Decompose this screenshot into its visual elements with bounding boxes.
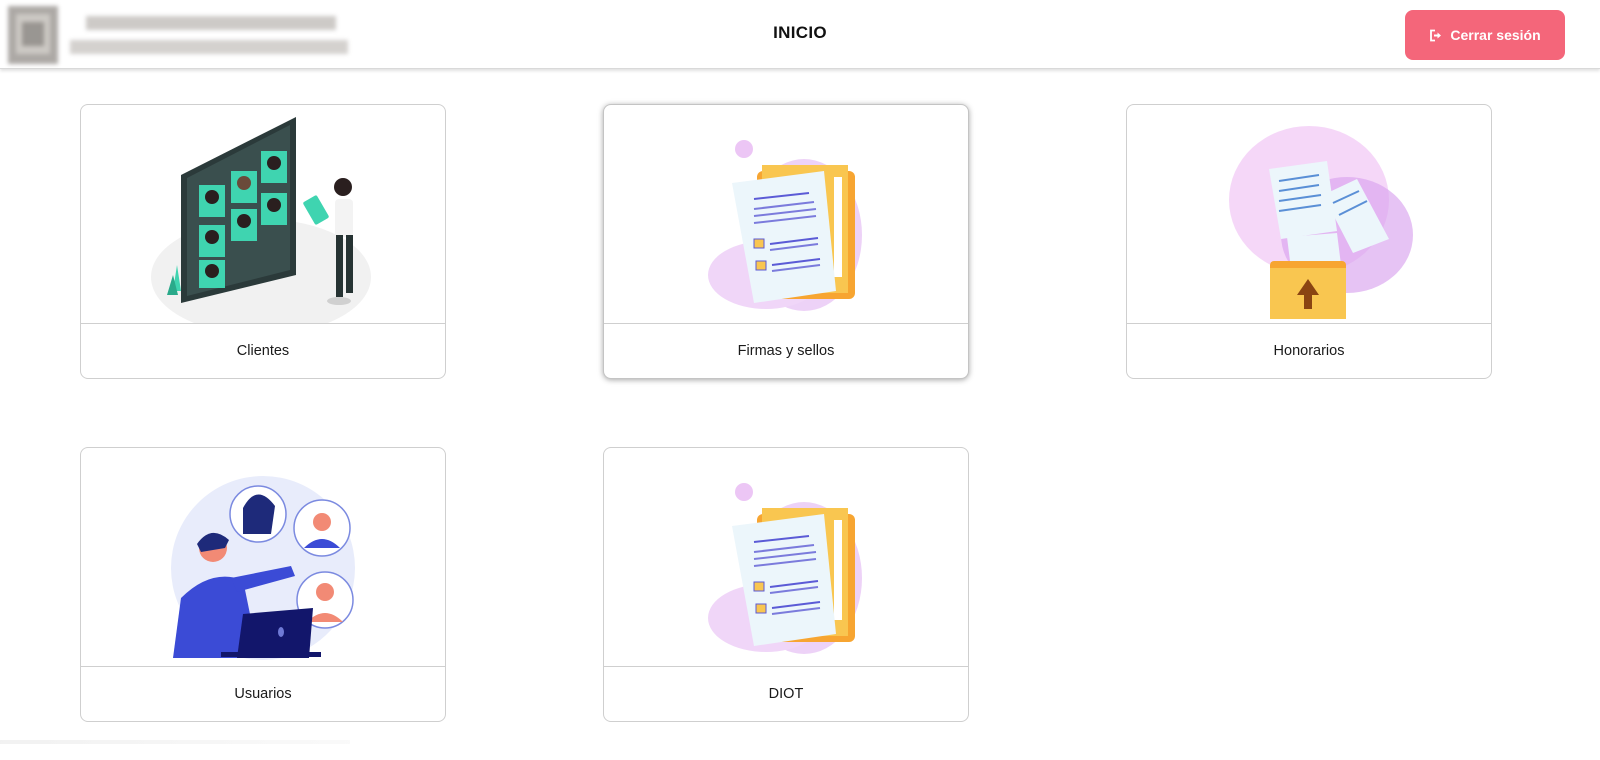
card-usuarios[interactable]: Usuarios <box>80 447 446 722</box>
client-board-illustration <box>81 105 445 323</box>
top-bar: INICIO Cerrar sesión <box>0 0 1600 69</box>
card-diot[interactable]: DIOT <box>603 447 969 722</box>
page-title: INICIO <box>773 23 827 42</box>
scroll-edge <box>0 740 350 744</box>
documents-folder-illustration <box>604 448 968 666</box>
card-label: Honorarios <box>1127 323 1491 378</box>
logout-button[interactable]: Cerrar sesión <box>1405 10 1565 60</box>
card-label: DIOT <box>604 666 968 721</box>
users-network-illustration <box>81 448 445 666</box>
card-firmas-y-sellos[interactable]: Firmas y sellos <box>603 104 969 379</box>
card-honorarios[interactable]: Honorarios <box>1126 104 1492 379</box>
card-label: Usuarios <box>81 666 445 721</box>
documents-folder-illustration <box>604 105 968 323</box>
logout-label: Cerrar sesión <box>1450 27 1541 43</box>
card-label: Clientes <box>81 323 445 378</box>
sign-out-icon <box>1429 29 1443 42</box>
card-clientes[interactable]: Clientes <box>80 104 446 379</box>
folder-upload-illustration <box>1127 105 1491 323</box>
card-label: Firmas y sellos <box>604 323 968 378</box>
